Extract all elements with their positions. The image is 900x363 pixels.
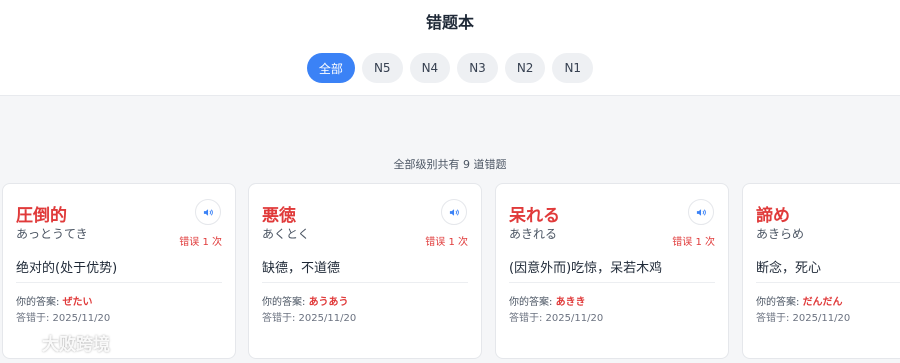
answer-label: 你的答案: [756,297,800,308]
tab-n1[interactable]: N1 [552,53,594,83]
reading: あっとうてき [16,227,88,241]
speaker-icon [696,208,706,216]
meaning: 断念，死心 [756,261,822,276]
answer-value: あうあう [308,297,349,308]
meaning: 缺德，不道德 [262,261,341,276]
error-count: 错误 1 次 [425,237,468,248]
answer-label: 你的答案: [16,297,60,308]
logo-icon [9,334,36,351]
word: 諦め [756,206,790,226]
divider [262,282,468,283]
answer-value: あきき [555,297,586,308]
your-answer: 你的答案: だんだん [756,293,843,308]
tab-all[interactable]: 全部 [306,53,355,83]
error-count: 错误 1 次 [672,237,715,248]
mistake-card[interactable]: 悪徳 あくとく 错误 1 次 缺德，不道德 你的答案: あうあう 答错于: 20… [248,183,482,359]
speaker-button[interactable] [195,199,221,225]
answer-label: 你的答案: [509,297,553,308]
answer-label: 你的答案: [262,297,306,308]
divider [756,282,900,283]
watermark-text: 大败跨境 [42,335,110,355]
divider [509,282,715,283]
answer-value: だんだん [802,297,843,308]
tab-n4[interactable]: N4 [409,53,451,83]
meaning: 绝对的(处于优势) [16,261,118,276]
wrong-date: 答错于: 2025/11/20 [756,313,851,324]
speaker-button[interactable] [441,199,467,225]
page-title: 错题本 [425,13,474,32]
mistake-card[interactable]: 呆れる あきれる 错误 1 次 (因意外而)吃惊，呆若木鸡 你的答案: あきき … [495,183,729,359]
mistake-card[interactable]: 諦め あきらめ 断念，死心 你的答案: だんだん 答错于: 2025/11/20 [742,183,900,359]
reading: あくとく [262,227,310,241]
wrong-date: 答错于: 2025/11/20 [16,313,111,324]
tab-n2[interactable]: N2 [504,53,546,83]
tab-n3[interactable]: N3 [457,53,498,83]
header: 错题本 全部 N5 N4 N3 N2 N1 [0,0,900,96]
summary-text: 全部级别共有 9 道错题 [393,158,507,171]
watermark: 大败跨境 [8,330,110,355]
answer-value: ぜたい [62,297,93,308]
reading: あきらめ [756,227,805,241]
your-answer: 你的答案: あうあう [262,293,349,308]
level-tabs: 全部 N5 N4 N3 N2 N1 [0,53,900,83]
tab-n5[interactable]: N5 [361,53,403,83]
reading: あきれる [509,227,558,241]
speaker-icon [203,208,213,216]
wrong-date: 答错于: 2025/11/20 [509,313,604,324]
word: 呆れる [509,206,560,226]
meaning: (因意外而)吃惊，呆若木鸡 [509,261,663,276]
speaker-button[interactable] [688,199,714,225]
card-list: 圧倒的 あっとうてき 错误 1 次 绝对的(处于优势) 你的答案: ぜたい 答错… [0,183,900,363]
word: 圧倒的 [16,206,67,226]
wrong-date: 答错于: 2025/11/20 [262,313,357,324]
your-answer: 你的答案: あきき [509,293,586,308]
speaker-icon [449,208,459,216]
word: 悪徳 [262,206,296,226]
divider [16,282,222,283]
your-answer: 你的答案: ぜたい [16,293,93,308]
error-count: 错误 1 次 [179,237,222,248]
